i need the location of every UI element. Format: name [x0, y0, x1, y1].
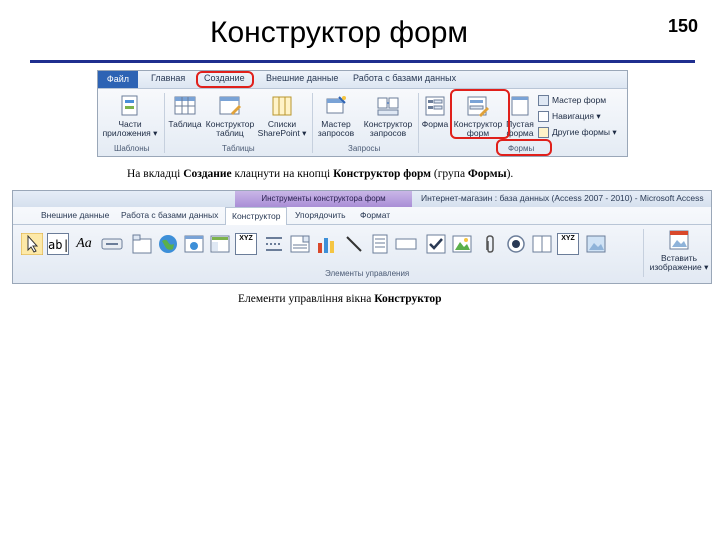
- group-templates: Шаблоны: [114, 144, 150, 153]
- toggle-button-icon[interactable]: [369, 233, 391, 255]
- image-control-icon[interactable]: [585, 233, 607, 255]
- form-designer-highlight: [450, 89, 510, 139]
- tab-external-data[interactable]: Внешние данные: [266, 73, 338, 83]
- other-forms-button[interactable]: Другие формы ▾: [538, 127, 617, 139]
- group-queries: Запросы: [348, 144, 381, 153]
- form-label: Форма: [421, 119, 449, 129]
- window-title: Интернет-магазин : база данных (Access 2…: [421, 193, 704, 203]
- combo-box-icon[interactable]: [289, 233, 311, 255]
- insert-image-label: Вставить изображение ▾: [649, 253, 709, 272]
- tab-external-data[interactable]: Внешние данные: [41, 210, 109, 220]
- bound-object-frame-icon[interactable]: XYZ: [557, 233, 579, 255]
- caption-1: На вкладці Создание клацнути на кнопці К…: [127, 168, 514, 180]
- label-control-icon[interactable]: Aa: [73, 233, 95, 255]
- query-designer-icon: [377, 97, 399, 116]
- group-tables: Таблицы: [222, 144, 255, 153]
- hyperlink-globe-icon[interactable]: [157, 233, 179, 255]
- navigation-button[interactable]: Навигация ▾: [538, 111, 601, 123]
- option-group-icon[interactable]: XYZ: [235, 233, 257, 255]
- query-designer-label: Конструктор запросов: [363, 119, 413, 138]
- rectangle-control-icon[interactable]: [395, 233, 417, 255]
- form-wizard-icon: [538, 95, 549, 107]
- other-forms-icon: [538, 127, 549, 139]
- tab-arrange[interactable]: Упорядочить: [295, 210, 346, 220]
- create-ribbon: Файл Главная Создание Внешние данные Раб…: [97, 70, 628, 157]
- ribbon-tab-bar-2: Внешние данные Работа с базами данных Ко…: [13, 207, 711, 225]
- ribbon-tab-bar: Файл Главная Создание Внешние данные Раб…: [98, 71, 627, 89]
- other-forms-label: Другие формы ▾: [552, 127, 617, 137]
- navigation-icon: [538, 111, 549, 123]
- textbox-control-icon[interactable]: ab|: [47, 233, 70, 255]
- query-wizard-button[interactable]: Мастер запросов: [314, 95, 358, 138]
- query-designer-button[interactable]: Конструктор запросов: [360, 95, 416, 138]
- application-parts-icon: [121, 95, 138, 116]
- query-wizard-icon: [326, 96, 346, 114]
- table-button[interactable]: Таблица: [166, 95, 204, 129]
- table-icon: [174, 96, 196, 115]
- button-control-icon[interactable]: [101, 233, 123, 255]
- tab-home[interactable]: Главная: [151, 73, 185, 83]
- line-control-icon[interactable]: [343, 233, 365, 255]
- forms-group-highlight: [496, 139, 552, 156]
- group-controls: Элементы управления: [325, 269, 410, 278]
- tab-file[interactable]: Файл: [98, 71, 138, 88]
- context-tab-title: Инструменты конструктора форм: [235, 191, 412, 207]
- navigation-label: Навигация ▾: [552, 111, 601, 121]
- page-break-icon[interactable]: [263, 233, 285, 255]
- unbound-object-frame-icon[interactable]: [451, 233, 473, 255]
- tab-designer[interactable]: Конструктор: [225, 207, 288, 225]
- table-designer-label: Конструктор таблиц: [205, 119, 255, 138]
- form-wizard-label: Мастер форм: [552, 95, 607, 105]
- blank-form-icon: [511, 96, 529, 116]
- sharepoint-lists-button[interactable]: Списки SharePoint ▾: [256, 95, 308, 138]
- slide-title: Конструктор форм: [210, 16, 469, 49]
- form-wizard-button[interactable]: Мастер форм: [538, 95, 607, 107]
- table-designer-icon: [219, 96, 241, 115]
- tab-control-icon[interactable]: [131, 233, 153, 255]
- option-button-icon[interactable]: [505, 233, 527, 255]
- tab-database-tools[interactable]: Работа с базами данных: [121, 210, 218, 220]
- query-wizard-label: Мастер запросов: [317, 119, 355, 138]
- blank-form-label: Пустая форма: [506, 119, 534, 138]
- attachment-paperclip-icon[interactable]: [479, 233, 501, 255]
- web-browser-control-icon[interactable]: [183, 233, 205, 255]
- navigation-control-icon[interactable]: [209, 233, 231, 255]
- sharepoint-lists-label: Списки SharePoint ▾: [257, 119, 307, 138]
- tab-format[interactable]: Формат: [360, 210, 390, 220]
- application-parts-label: Части приложения ▾: [102, 119, 158, 138]
- table-label: Таблица: [168, 119, 202, 129]
- form-designer-ribbon: Инструменты конструктора форм Интернет-м…: [12, 190, 712, 284]
- insert-image-icon: [669, 230, 689, 250]
- form-button[interactable]: Форма: [420, 95, 450, 129]
- subform-control-icon[interactable]: [531, 233, 553, 255]
- title-divider: [30, 60, 695, 63]
- sharepoint-list-icon: [272, 96, 292, 116]
- form-icon: [425, 96, 445, 116]
- insert-image-button[interactable]: Вставить изображение ▾: [649, 229, 709, 272]
- create-tab-highlight: [196, 71, 254, 88]
- select-pointer-icon[interactable]: [21, 233, 43, 255]
- application-parts-button[interactable]: Части приложения ▾: [102, 95, 158, 138]
- checkbox-control-icon[interactable]: [425, 233, 447, 255]
- caption-2: Елементи управління вікна Конструктор: [238, 293, 442, 305]
- table-designer-button[interactable]: Конструктор таблиц: [202, 95, 258, 138]
- page-number: 150: [668, 16, 699, 36]
- chart-control-icon[interactable]: [315, 233, 337, 255]
- tab-database-tools[interactable]: Работа с базами данных: [353, 73, 456, 83]
